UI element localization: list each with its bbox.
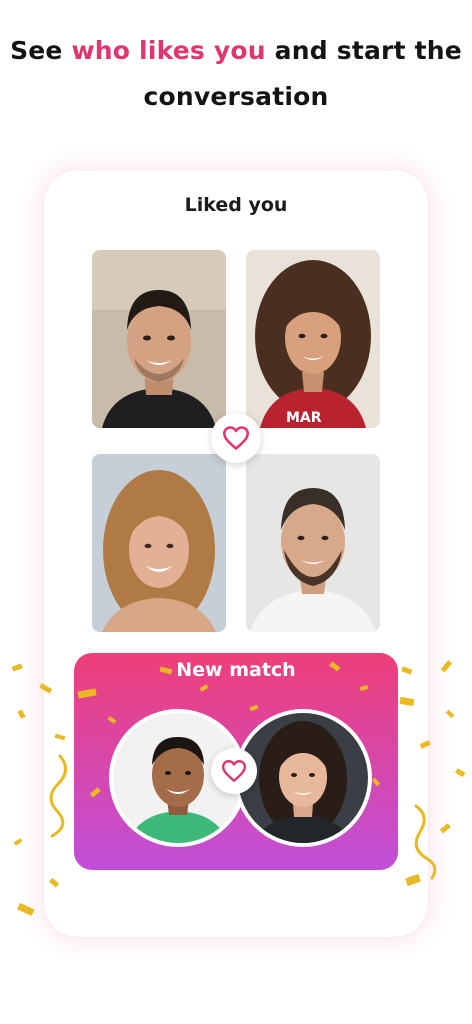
headline-part1: See [10, 36, 72, 65]
svg-text:MAR: MAR [286, 410, 322, 426]
liked-you-title: Liked you [184, 194, 288, 216]
match-heart-badge [211, 748, 257, 794]
like-heart-badge[interactable] [211, 413, 261, 463]
profile-photo-man-dark-hair[interactable] [92, 250, 226, 428]
headline: See who likes you and start the conversa… [0, 28, 472, 120]
heart-icon [221, 760, 247, 782]
profile-photo-woman-curly-hair[interactable]: MAR [246, 250, 380, 428]
new-match-panel[interactable]: New match [74, 653, 398, 870]
heart-icon [223, 426, 249, 450]
headline-highlight: who likes you [71, 36, 266, 65]
profile-photo-woman-blonde[interactable] [92, 454, 226, 632]
new-match-title: New match [176, 659, 296, 681]
profile-photo-man-beard[interactable] [246, 454, 380, 632]
